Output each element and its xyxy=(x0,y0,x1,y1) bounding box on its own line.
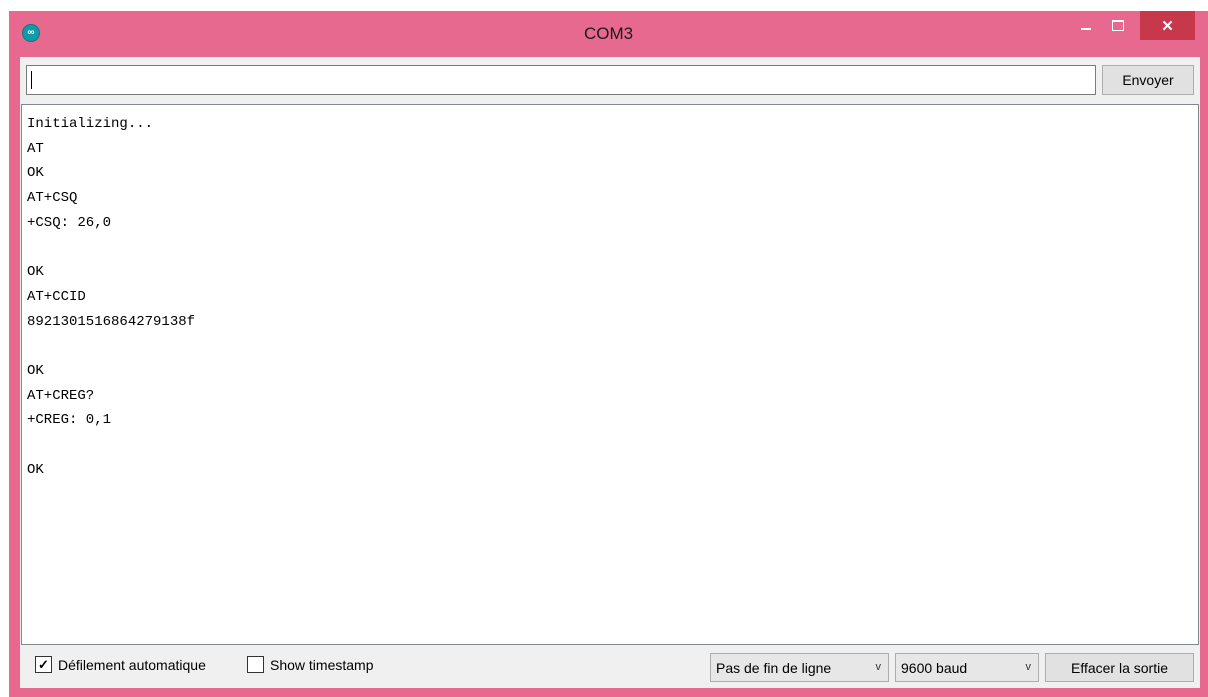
output-line: +CREG: 0,1 xyxy=(27,412,112,429)
autoscroll-label: Défilement automatique xyxy=(58,656,206,673)
autoscroll-option[interactable]: ✓ Défilement automatique xyxy=(35,656,206,673)
output-line: AT+CCID xyxy=(27,288,86,305)
line-ending-value: Pas de fin de ligne xyxy=(716,659,832,676)
send-input[interactable] xyxy=(26,65,1096,95)
serial-output[interactable]: Initializing... AT OK AT+CSQ +CSQ: 26,0 OK AT+… xyxy=(21,104,1199,645)
footer-bar: ✓ Défilement automatique Show timestamp … xyxy=(20,645,1200,688)
output-line: +CSQ: 26,0 xyxy=(27,214,112,231)
output-line: Initializing... xyxy=(27,116,154,132)
output-line: AT xyxy=(27,140,44,157)
title-bar[interactable]: ∞ COM3 ✕ xyxy=(9,11,1208,57)
chevron-down-icon: v xyxy=(875,661,882,673)
timestamp-checkbox[interactable] xyxy=(247,656,264,673)
close-icon: ✕ xyxy=(1161,17,1174,35)
client-area: Envoyer Initializing... AT OK AT+CSQ +CSQ: 2… xyxy=(20,57,1200,688)
send-button[interactable]: Envoyer xyxy=(1102,65,1194,95)
text-caret xyxy=(31,71,32,89)
autoscroll-checkbox[interactable]: ✓ xyxy=(35,656,52,673)
timestamp-option[interactable]: Show timestamp xyxy=(247,656,373,673)
output-line: OK xyxy=(27,264,44,281)
maximize-icon xyxy=(1111,20,1124,31)
output-line: 8921301516864279138f xyxy=(27,313,196,330)
timestamp-label: Show timestamp xyxy=(270,656,374,673)
output-line: OK xyxy=(27,165,44,182)
check-icon: ✓ xyxy=(38,657,49,672)
minimize-icon xyxy=(1081,27,1091,30)
output-line: OK xyxy=(27,461,44,478)
clear-output-button[interactable]: Effacer la sortie xyxy=(1045,653,1194,682)
minimize-button[interactable] xyxy=(1071,11,1101,40)
baud-rate-value: 9600 baud xyxy=(901,659,968,676)
chevron-down-icon: v xyxy=(1025,661,1032,673)
close-button[interactable]: ✕ xyxy=(1140,11,1195,40)
window-title: COM3 xyxy=(583,24,634,43)
output-line: OK xyxy=(27,362,44,379)
output-line: AT+CSQ xyxy=(27,190,78,207)
output-line: AT+CREG? xyxy=(27,387,95,404)
maximize-button[interactable] xyxy=(1102,11,1133,40)
baud-rate-select[interactable]: 9600 baud v xyxy=(895,653,1039,682)
serial-monitor-window: ∞ COM3 ✕ Envoyer Initializing... AT OK AT+C… xyxy=(9,11,1208,697)
background-strip xyxy=(0,11,9,697)
line-ending-select[interactable]: Pas de fin de ligne v xyxy=(710,653,889,682)
